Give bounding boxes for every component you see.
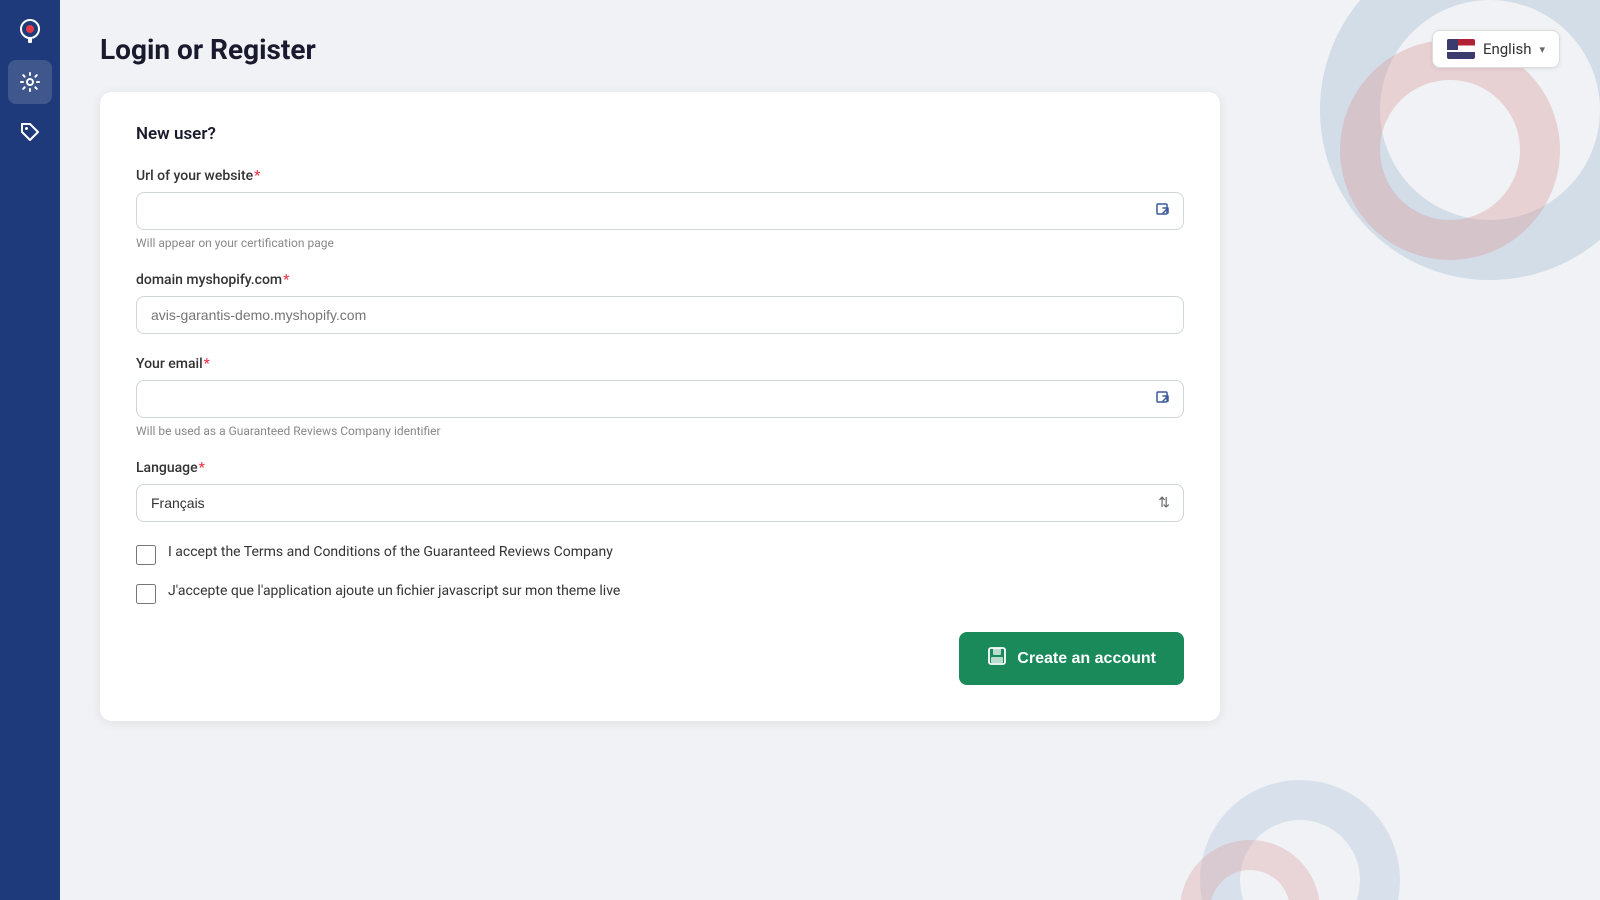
language-select-wrapper: Français English Español Deutsch ⇅ [136,484,1184,522]
chevron-down-icon: ▾ [1539,43,1545,56]
sidebar-item-logo[interactable] [8,10,52,54]
page-title: Login or Register [100,33,316,66]
flag-icon [1447,39,1475,59]
sidebar-item-tag[interactable] [8,110,52,154]
language-label: English [1483,40,1532,58]
header-row: Login or Register English ▾ [100,30,1560,68]
url-input-wrapper [136,192,1184,230]
gear-icon [19,71,41,93]
registration-form-card: New user? Url of your website* Will appe… [100,92,1220,721]
url-label: Url of your website* [136,168,1184,184]
email-field-group: Your email* Will be used as a Guaranteed… [136,356,1184,438]
language-field-label: Language* [136,460,1184,476]
language-selector[interactable]: English ▾ [1432,30,1560,68]
domain-label: domain myshopify.com* [136,272,1184,288]
sidebar [0,0,60,900]
email-hint: Will be used as a Guaranteed Reviews Com… [136,424,1184,438]
language-select[interactable]: Français English Español Deutsch [136,484,1184,522]
domain-input-wrapper [136,296,1184,334]
form-footer: Create an account [136,632,1184,685]
form-section-title: New user? [136,124,1184,144]
main-content: Login or Register English ▾ New user? Ur… [60,0,1600,900]
language-field-group: Language* Français English Español Deuts… [136,460,1184,522]
terms-checkbox-group: I accept the Terms and Conditions of the… [136,544,1184,565]
deco-circle-blue-bottom [1200,780,1400,900]
url-hint: Will appear on your certification page [136,236,1184,250]
deco-circle-pink [1340,40,1560,260]
javascript-checkbox-group: J'accepte que l'application ajoute un fi… [136,583,1184,604]
url-field-group: Url of your website* Will appear on your… [136,168,1184,250]
url-input[interactable] [136,192,1184,230]
javascript-checkbox-label[interactable]: J'accepte que l'application ajoute un fi… [168,583,620,599]
domain-field-group: domain myshopify.com* [136,272,1184,334]
tag-icon [19,121,41,143]
create-account-button[interactable]: Create an account [959,632,1184,685]
domain-input[interactable] [136,296,1184,334]
email-input-wrapper [136,380,1184,418]
javascript-checkbox[interactable] [136,584,156,604]
email-input[interactable] [136,380,1184,418]
sidebar-item-settings[interactable] [8,60,52,104]
create-account-label: Create an account [1017,650,1156,668]
email-label: Your email* [136,356,1184,372]
logo-icon [17,19,43,45]
deco-circle-pink-bottom [1180,840,1320,900]
terms-checkbox[interactable] [136,545,156,565]
save-icon [987,646,1007,671]
terms-checkbox-label[interactable]: I accept the Terms and Conditions of the… [168,544,613,560]
